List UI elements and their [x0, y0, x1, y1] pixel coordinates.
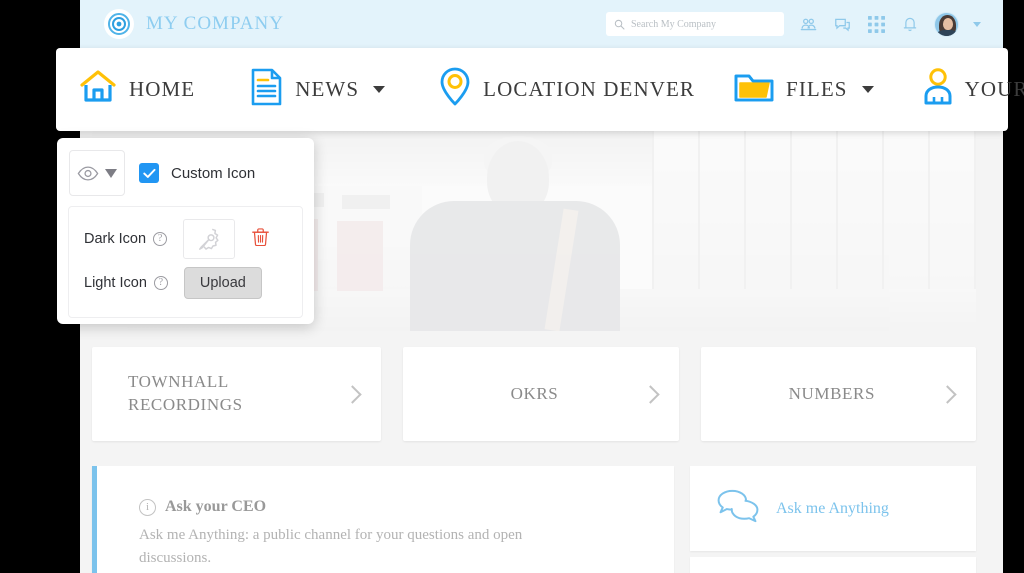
chat-icon[interactable] [832, 14, 852, 34]
popup-header-row: Custom Icon [57, 138, 314, 206]
triangle-down-icon[interactable] [105, 168, 117, 178]
tile-townhall-recordings[interactable]: TOWNHALL RECORDINGS [92, 347, 382, 441]
tile-numbers[interactable]: NUMBERS [700, 347, 976, 441]
location-pin-icon [438, 66, 472, 113]
header-right-tools: Search My Company [606, 11, 981, 37]
tile-title: NUMBERS [788, 383, 876, 403]
ask-your-ceo-card[interactable]: i Ask your CEO Ask me Anything: a public… [92, 466, 674, 573]
icon-settings-panel: Dark Icon ? Light Icon ? Upload [68, 206, 303, 318]
screen-root: MY COMPANY Search My Company HOME NEWS L… [0, 0, 1024, 573]
top-header-bar: MY COMPANY Search My Company [80, 0, 1003, 48]
ceo-card-description: Ask me Anything: a public channel for yo… [139, 527, 523, 566]
nav-label-files: FILES [786, 77, 848, 101]
nav-label-location: LOCATION DENVER [483, 77, 696, 101]
speech-bubbles-icon [716, 488, 760, 529]
dark-icon-thumbnail[interactable] [183, 219, 236, 259]
user-avatar[interactable] [934, 11, 959, 37]
light-icon-label: Light Icon [84, 275, 147, 291]
trash-icon[interactable] [252, 227, 269, 251]
brand-name: MY COMPANY [146, 13, 284, 34]
bottom-section: i Ask your CEO Ask me Anything: a public… [92, 466, 976, 573]
nav-item-news[interactable]: NEWS [250, 67, 386, 112]
custom-icon-checkbox[interactable] [139, 163, 159, 183]
nav-label-news: NEWS [295, 77, 360, 101]
nav-item-location[interactable]: LOCATION DENVER [438, 66, 695, 113]
info-icon: i [139, 498, 156, 516]
news-document-icon [250, 67, 284, 112]
tile-title: TOWNHALL RECORDINGS [128, 372, 243, 414]
chevron-down-icon[interactable] [973, 21, 981, 27]
quick-link-tiles: TOWNHALL RECORDINGS OKRS NUMBERS [92, 347, 976, 441]
tile-okrs[interactable]: OKRS [403, 347, 679, 441]
dark-icon-row: Dark Icon ? [69, 217, 302, 261]
home-icon [78, 68, 118, 111]
search-placeholder: Search My Company [631, 18, 716, 30]
dark-icon-label: Dark Icon [84, 231, 147, 247]
people-icon[interactable] [798, 14, 818, 34]
apps-grid-icon[interactable] [866, 14, 886, 34]
eye-icon [77, 165, 99, 181]
search-input[interactable]: Search My Company [606, 12, 784, 36]
ask-me-anything-label: Ask me Anything [776, 499, 889, 517]
light-icon-row: Light Icon ? Upload [69, 261, 302, 305]
nav-label-home: HOME [129, 77, 196, 101]
chevron-down-icon[interactable] [373, 86, 386, 93]
ceo-card-header: i Ask your CEO [139, 498, 674, 516]
help-icon[interactable]: ? [153, 232, 168, 246]
custom-icon-label: Custom Icon [171, 164, 256, 182]
custom-glyph-icon [199, 228, 219, 250]
chevron-right-icon [938, 384, 957, 404]
tile-title: OKRS [510, 383, 559, 403]
target-circle-icon [104, 9, 134, 39]
brand[interactable]: MY COMPANY [104, 9, 284, 39]
nav-item-home[interactable]: HOME [78, 68, 195, 111]
bell-icon[interactable] [900, 14, 920, 34]
custom-icon-popup: Custom Icon Dark Icon ? Light Icon ? Upl… [57, 138, 314, 324]
folder-icon [733, 70, 775, 109]
secondary-card-partial[interactable] [690, 557, 976, 573]
search-icon [614, 19, 625, 30]
ceo-card-title: Ask your CEO [165, 498, 267, 515]
visibility-control[interactable] [69, 150, 125, 196]
main-navigation: HOME NEWS LOCATION DENVER FILES YOUR [56, 48, 1024, 131]
help-icon[interactable]: ? [153, 276, 168, 290]
chevron-right-icon [343, 384, 363, 404]
nav-item-your-space[interactable]: YOUR SPACE [922, 66, 1024, 113]
chevron-right-icon [640, 384, 660, 404]
nav-label-your-space: YOUR SPACE [964, 77, 1024, 101]
nav-item-files[interactable]: FILES [733, 70, 874, 109]
ask-me-anything-card[interactable]: Ask me Anything [690, 466, 976, 551]
chevron-down-icon[interactable] [861, 86, 874, 93]
person-icon [922, 66, 954, 113]
upload-button[interactable]: Upload [183, 267, 262, 299]
